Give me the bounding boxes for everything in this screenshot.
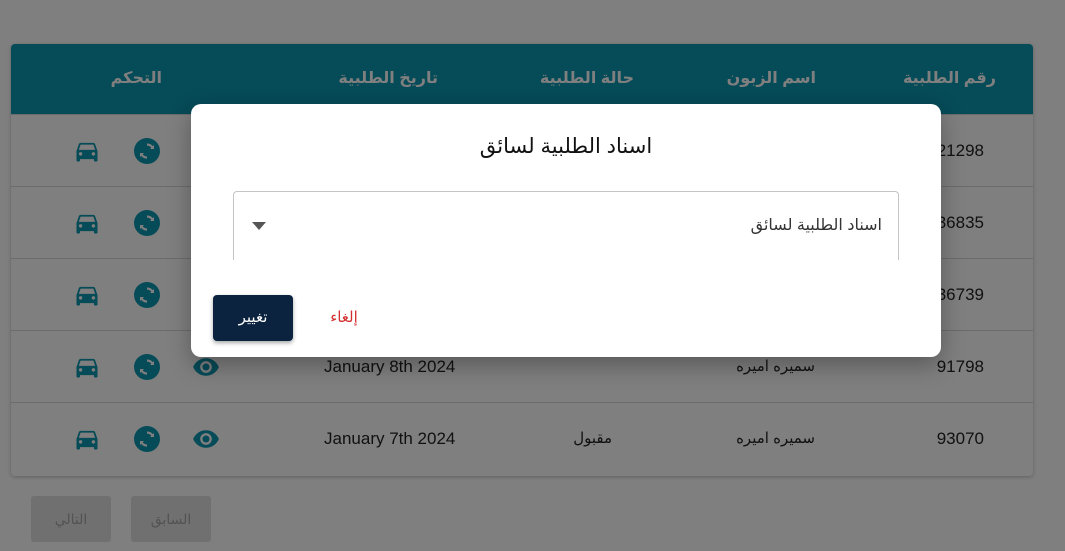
dropdown-arrow-icon[interactable] — [252, 222, 266, 230]
change-button[interactable]: تغيير — [213, 295, 293, 341]
assign-driver-dialog: اسناد الطلبية لسائق اسناد الطلبية لسائق … — [191, 104, 941, 357]
driver-select-label: اسناد الطلبية لسائق — [750, 217, 882, 234]
driver-select[interactable]: اسناد الطلبية لسائق — [233, 191, 899, 260]
cancel-button[interactable]: إلغاء — [313, 295, 375, 341]
dialog-title: اسناد الطلبية لسائق — [479, 135, 653, 158]
